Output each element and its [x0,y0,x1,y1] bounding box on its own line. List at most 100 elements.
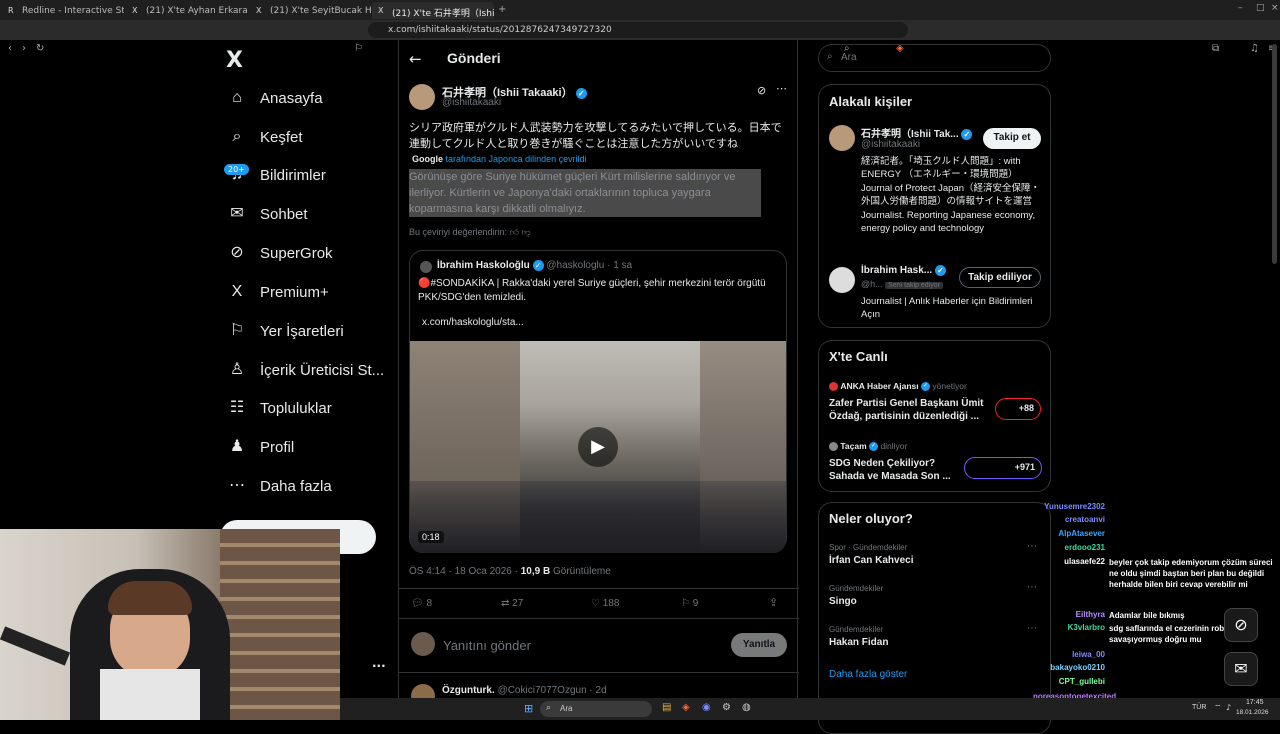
sidebar-item-mail[interactable]: ✉ Sohbet [228,205,307,223]
live-listeners[interactable]: +88 [995,398,1041,420]
sidebar-item-x[interactable]: X Premium+ [228,283,329,301]
avatar[interactable] [829,125,855,151]
new-tab-icon[interactable]: + [498,4,506,15]
extensions-icon[interactable]: ⧉ [1212,43,1219,54]
bookmark-icon: ⚐ [681,598,690,609]
messages-float-icon[interactable]: ✉ [1224,652,1258,686]
bookmark-page-icon[interactable]: ⚐ [354,43,363,54]
sidebar-item-profile[interactable]: ♟ Profil [228,438,294,456]
scrollbar-thumb[interactable] [1272,44,1277,264]
live-space-title[interactable]: SDG Neden Çekiliyor? Sahada ve Masada So… [829,457,969,483]
clock-date[interactable]: 18.01.2026 [1236,709,1269,716]
quote-link[interactable]: x.com/haskologlu/sta... [422,317,524,328]
verified-icon: ✓ [575,87,587,99]
avatar[interactable] [829,267,855,293]
sidebar-item-more[interactable]: ⋯ Daha fazla [228,477,332,495]
taskbar-search[interactable]: ⌕ Ara [540,701,652,717]
x-logo[interactable]: X [226,48,243,73]
live-space-title[interactable]: Zafer Partisi Genel Başkanı Ümit Özdağ, … [829,397,989,423]
reply-stat[interactable]: 💬︎ 8 [411,598,432,609]
trend-name[interactable]: İrfan Can Kahveci [829,555,913,566]
notification-badge: 20+ [224,164,249,175]
trend-name[interactable]: Hakan Fidan [829,637,888,648]
tab-title: Redline - Interactive Strategic Map [22,6,124,16]
heart-icon: ♡ [591,598,600,609]
verified-icon: ✓ [869,442,879,452]
windows-start-icon[interactable]: ⊞ [524,702,533,715]
person-name-row: 石井孝明（Ishii Tak... ✓ [861,125,973,140]
author-handle[interactable]: @ishiitakaaki [442,97,501,108]
reload-icon[interactable]: ↻ [36,43,44,54]
reply-button[interactable]: Yanıtla [731,633,787,657]
discord-icon[interactable]: ◉ [702,702,711,713]
chat-username: Eilthyra [1075,610,1105,619]
brave-icon[interactable]: ◈ [682,702,690,713]
avatar[interactable] [409,84,435,110]
views-label: Görüntüleme [552,566,611,577]
music-icon[interactable]: ♫ [1250,43,1259,54]
minimize-icon[interactable]: – [1238,3,1243,13]
more-icon[interactable]: ⋯ [1027,582,1037,593]
browser-tab[interactable]: X (21) X'te Ayhan Erkara: "Agirat savaş [126,2,248,19]
person-handle[interactable]: @ishiitakaaki [861,139,920,150]
trend-name[interactable]: Singo [829,596,857,607]
person-name[interactable]: İbrahim Hask... [861,265,932,276]
back-icon[interactable]: ‹ [8,43,12,54]
divider [399,672,799,673]
browser-tab-active[interactable]: X (21) X'te 石井孝明（Ishii Takaaki） [372,2,494,19]
quote-time: · 1 sa [607,260,633,272]
wifi-icon[interactable]: ⌔ [1214,703,1222,713]
repost-stat[interactable]: ⇄ 27 [501,598,523,609]
forward-icon[interactable]: › [22,43,26,54]
browser-tab[interactable]: R Redline - Interactive Strategic Map [2,2,124,19]
live-source[interactable]: Taçam [840,441,866,451]
following-button[interactable]: Takip ediliyor [959,267,1041,288]
sidebar-item-search[interactable]: ⌕ Keşfet [228,128,303,146]
sidebar-item-home[interactable]: ⌂ Anasayfa [228,89,322,107]
next-author-name[interactable]: Özgunturk. [442,685,495,696]
show-more-link[interactable]: Daha fazla göster [829,669,907,680]
volume-icon[interactable]: ♪ [1226,703,1231,712]
follow-button[interactable]: Takip et [983,128,1041,149]
play-icon[interactable]: ▶ [578,427,618,467]
rate-translation-label: Bu çeviriyi değerlendirin: [409,227,508,237]
video-player[interactable]: ▶ 0:18 [410,341,786,553]
obs-icon[interactable]: ◍ [742,702,751,713]
quote-card[interactable]: İbrahim Haskoloğlu ✓ @haskologlu · 1 sa … [409,250,787,553]
maximize-icon[interactable]: □ [1256,3,1265,13]
language-indicator[interactable]: TÜR [1192,704,1206,711]
sidebar-item-bookmark[interactable]: ⚐ Yer İşaretleri [228,322,344,340]
steam-icon[interactable]: ⚙ [722,702,731,713]
thumbs-up-icon[interactable]: 👍︎ [510,227,519,237]
back-arrow-icon[interactable]: ← [409,50,422,68]
close-icon[interactable]: × [1271,3,1279,13]
browser-tab[interactable]: X (21) X'te SeyitBucak H Ajansı ve "Sosy [250,2,372,19]
home-icon: ⌂ [232,89,242,106]
live-listeners[interactable]: +971 [964,457,1042,479]
url-bar[interactable]: x.com/ishiitakaaki/status/20128762473497… [368,22,908,38]
live-source[interactable]: ANKA Haber Ajansı [840,381,918,391]
folder-icon[interactable]: ▤ [662,702,671,713]
repost-count: 27 [512,598,524,609]
sidebar-item-creator[interactable]: ♙ İçerik Üreticisi St... [228,361,384,379]
sidebar-item-label: Topluluklar [260,399,332,417]
search-input[interactable]: ⌕ Ara [818,44,1051,72]
clock-time[interactable]: 17:45 [1246,699,1264,706]
thumbs-down-icon[interactable]: 👎︎ [521,227,530,237]
related-title: Alakalı kişiler [829,94,913,109]
bookmark-stat[interactable]: ⚐ 9 [681,598,698,609]
sidebar-item-communities[interactable]: ☷ Topluluklar [228,399,332,417]
account-more-icon[interactable]: ... [372,656,386,670]
grok-icon[interactable]: ⊘ [757,84,766,97]
chat-message: beyler çok takip edemiyorum çözüm süreci… [1109,558,1273,589]
reply-input[interactable]: Yanıtını gönder [443,638,531,653]
sidebar-item-grok[interactable]: ⊘ SuperGrok [228,244,332,262]
share-icon[interactable]: ⇪ [769,596,778,609]
more-icon[interactable]: ⋯ [776,82,787,95]
grok-float-icon[interactable]: ⊘ [1224,608,1258,642]
verified-icon: ✓ [532,260,544,271]
person-handle[interactable]: @h... [861,279,883,289]
translated-by[interactable]: tarafından Japonca dilinden çevrildi [446,154,587,164]
divider [399,588,799,589]
like-stat[interactable]: ♡ 188 [591,598,619,609]
